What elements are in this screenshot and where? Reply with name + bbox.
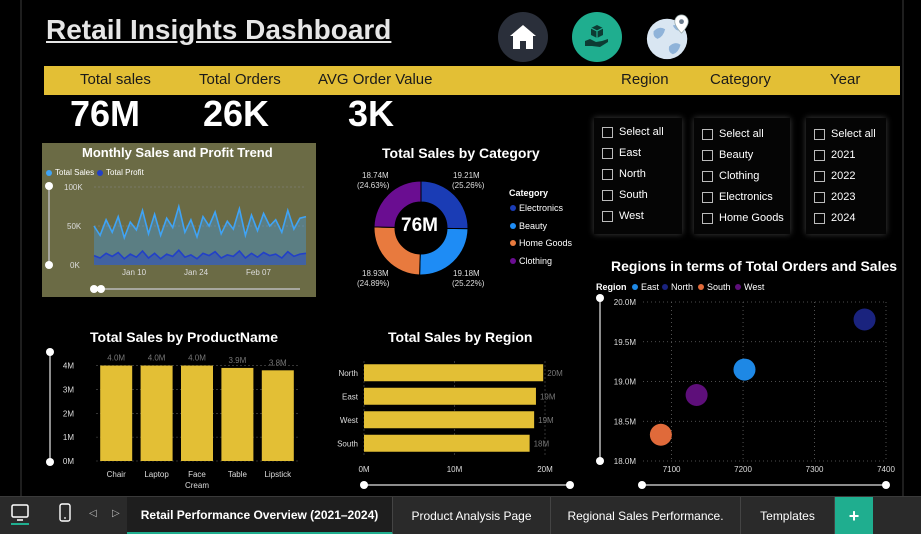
scatter-point-west <box>685 384 708 407</box>
scatter-point-north <box>853 308 876 331</box>
add-page-button[interactable]: + <box>835 497 873 534</box>
y-tick: 19.5M <box>614 338 637 347</box>
page-tab-bar: ◁ ▷ Retail Performance Overview (2021–20… <box>0 496 921 534</box>
tab-product-analysis[interactable]: Product Analysis Page <box>393 497 551 534</box>
scatter-point-south <box>649 423 672 446</box>
y-tick: 19.0M <box>614 378 637 387</box>
mobile-view-icon[interactable] <box>58 503 72 523</box>
y-tick: 18.5M <box>614 417 637 426</box>
report-canvas: Retail Insights Dashboard Total sales To… <box>0 0 921 496</box>
scatter-chart: 20.0M 19.5M 19.0M 18.5M 18.0M 7100 7200 7300 740… <box>596 294 895 489</box>
tab-regional-sales[interactable]: Regional Sales Performance. <box>551 497 741 534</box>
x-slider-handle[interactable] <box>638 481 646 489</box>
tab-templates[interactable]: Templates <box>741 497 835 534</box>
x-tick: 7200 <box>734 465 752 474</box>
y-tick: 18.0M <box>614 457 637 466</box>
x-tick: 7400 <box>877 465 895 474</box>
y-slider-handle[interactable] <box>596 457 604 465</box>
next-page-icon[interactable]: ▷ <box>112 508 120 519</box>
x-tick: 7300 <box>806 465 824 474</box>
tab-retail-performance[interactable]: Retail Performance Overview (2021–2024) <box>127 497 393 534</box>
scatter-point-east <box>733 358 756 381</box>
x-slider-handle[interactable] <box>882 481 890 489</box>
y-slider-handle[interactable] <box>596 294 604 302</box>
x-tick: 7100 <box>663 465 681 474</box>
desktop-view-icon[interactable] <box>10 503 30 525</box>
y-tick: 20.0M <box>614 298 637 307</box>
prev-page-icon[interactable]: ◁ <box>89 508 97 519</box>
